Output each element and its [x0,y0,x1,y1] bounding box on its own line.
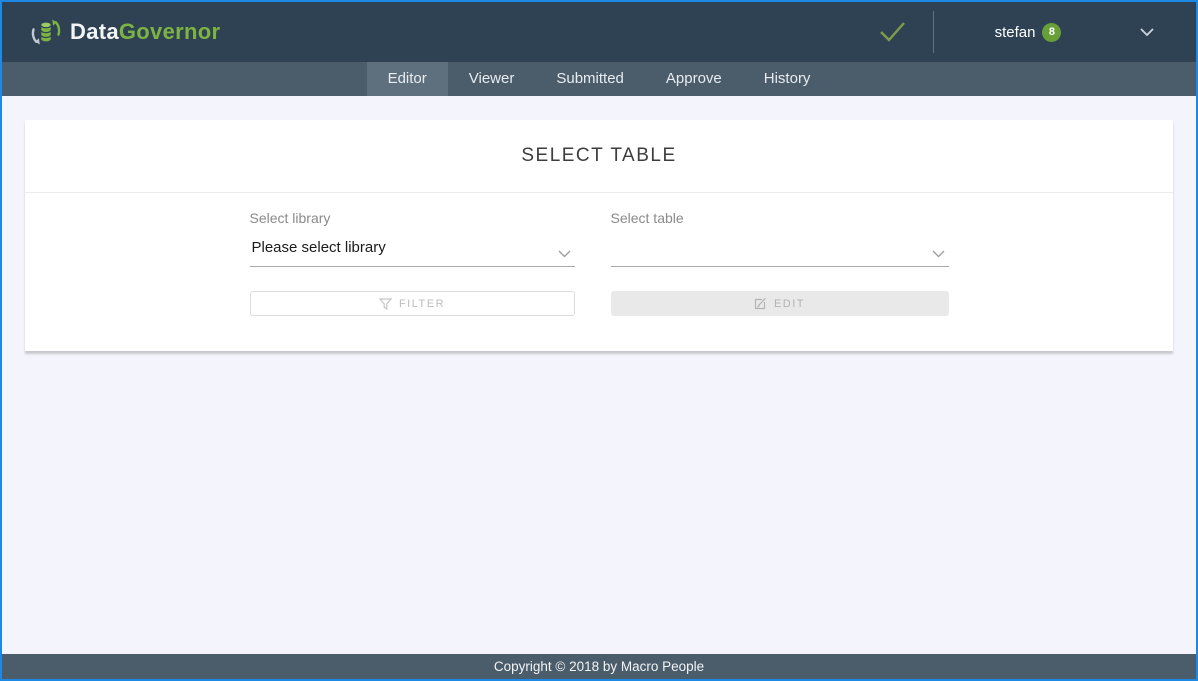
tab-editor[interactable]: Editor [367,62,448,96]
database-sync-icon [30,16,62,48]
library-select[interactable]: Please select library [250,239,575,267]
chevron-down-icon [558,245,571,262]
user-badge: 8 [1042,23,1061,42]
main-content: SELECT TABLE Select library Please selec… [2,96,1196,654]
table-field-group: Select table [611,210,949,316]
header-divider [933,11,934,53]
tab-history[interactable]: History [743,62,832,96]
edit-button[interactable]: EDIT [611,291,949,316]
table-select[interactable] [611,239,949,267]
select-table-card: SELECT TABLE Select library Please selec… [25,120,1173,351]
tab-approve[interactable]: Approve [645,62,743,96]
card-body: Select library Please select library [25,193,1173,351]
library-select-value: Please select library [252,239,386,256]
footer: Copyright © 2018 by Macro People [2,654,1196,679]
library-field-group: Select library Please select library [250,210,575,316]
filter-button[interactable]: FILTER [250,291,575,316]
page-title: SELECT TABLE [521,145,676,167]
copyright-text: Copyright © 2018 by Macro People [494,659,704,674]
library-field-label: Select library [250,210,575,226]
edit-pencil-icon [754,297,767,310]
app-window: DataGovernor stefan 8 Editor Viewer Sub [0,0,1198,681]
tab-viewer[interactable]: Viewer [448,62,536,96]
app-logo: DataGovernor [30,16,220,48]
table-field-label: Select table [611,210,949,226]
filter-button-label: FILTER [399,298,445,310]
checkmark-icon[interactable] [877,19,907,45]
top-header: DataGovernor stefan 8 [2,2,1196,62]
user-menu[interactable]: stefan 8 [944,23,1112,42]
chevron-down-icon[interactable] [1140,28,1154,37]
edit-button-label: EDIT [774,298,805,310]
chevron-down-icon [932,245,945,262]
tab-submitted[interactable]: Submitted [535,62,645,96]
app-title: DataGovernor [70,19,220,45]
filter-funnel-icon [379,298,392,310]
username: stefan [995,24,1036,41]
main-nav: Editor Viewer Submitted Approve History [2,62,1196,96]
card-header: SELECT TABLE [25,120,1173,193]
